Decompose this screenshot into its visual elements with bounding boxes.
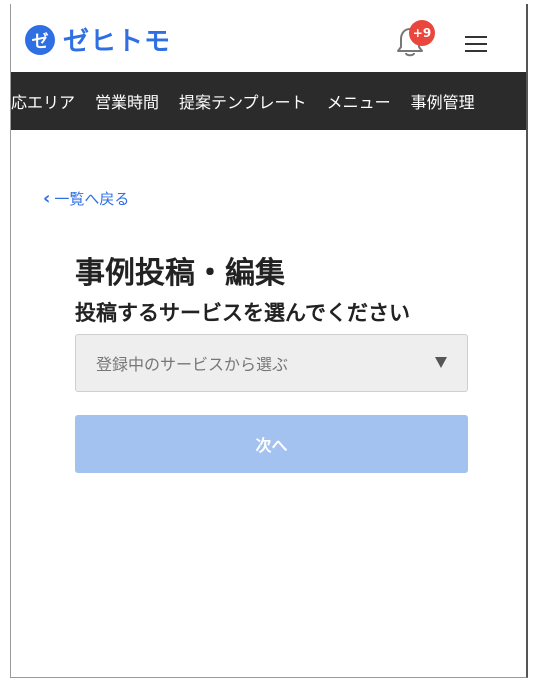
nav-item-cases[interactable]: 事例管理 [411,89,475,113]
chevron-left-icon: ‹ [43,188,51,209]
nav-item-area[interactable]: 対応エリア [11,89,75,113]
nav-item-menu[interactable]: メニュー [327,89,391,113]
app-frame: ゼ ゼヒトモ +9 対応エリア 営業時間 提案テンプレート メニュー 事例管理 … [10,4,528,678]
nav-bar: 対応エリア 営業時間 提案テンプレート メニュー 事例管理 [11,72,526,130]
menu-icon[interactable] [465,36,487,52]
service-select-placeholder: 登録中のサービスから選ぶ [96,355,289,374]
header: ゼ ゼヒトモ +9 [11,4,526,72]
back-link-label: 一覧へ戻る [54,190,130,208]
service-select[interactable]: 登録中のサービスから選ぶ [75,334,468,392]
logo[interactable]: ゼ ゼヒトモ [25,21,171,58]
dropdown-arrow-icon [435,357,447,368]
page-subtitle: 投稿するサービスを選んでください [75,301,410,325]
logo-mark-icon: ゼ [25,24,55,55]
logo-text: ゼヒトモ [63,27,172,57]
back-link[interactable]: ‹ 一覧へ戻る [43,188,129,209]
nav-item-hours[interactable]: 営業時間 [95,89,159,113]
nav-track: 対応エリア 営業時間 提案テンプレート メニュー 事例管理 [11,89,495,113]
nav-item-templates[interactable]: 提案テンプレート [179,89,307,113]
notification-badge[interactable]: +9 [409,20,435,46]
next-button[interactable]: 次へ [75,415,468,473]
page-title: 事例投稿・編集 [75,256,285,291]
